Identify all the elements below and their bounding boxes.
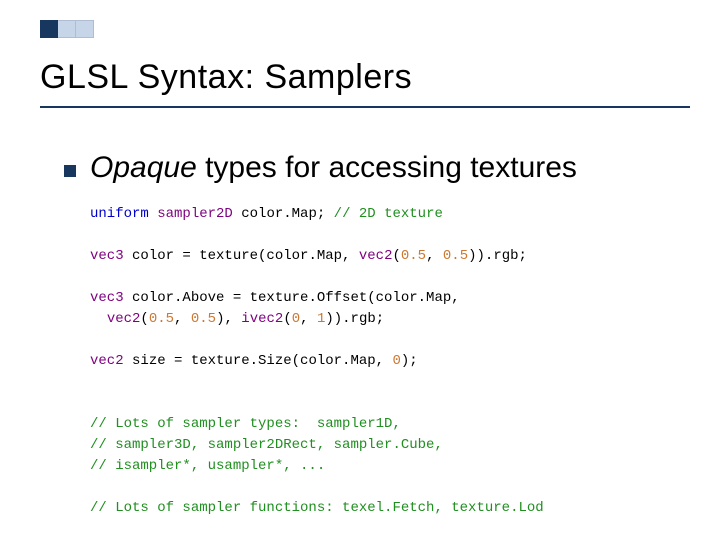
bullet-emphasis: Opaque xyxy=(90,151,197,184)
bullet-item: Opaque types for accessing textures xyxy=(64,150,660,186)
title-rule xyxy=(40,106,690,108)
bullet-icon xyxy=(64,165,76,177)
code-token: )).rgb; xyxy=(468,248,527,264)
code-token: vec3 xyxy=(90,290,124,306)
code-token: uniform xyxy=(90,206,149,222)
code-token: color.Above = texture.Offset(color.Map, xyxy=(124,290,460,306)
code-token: 0.5 xyxy=(149,311,174,327)
code-token: vec2 xyxy=(90,353,124,369)
code-token: ); xyxy=(401,353,418,369)
code-token: , xyxy=(174,311,191,327)
code-token: ivec2 xyxy=(241,311,283,327)
code-comment: // Lots of sampler functions: texel.Fetc… xyxy=(90,500,544,516)
bullet-text: Opaque types for accessing textures xyxy=(90,150,577,186)
code-token: size = texture.Size(color.Map, xyxy=(124,353,393,369)
code-token: , xyxy=(300,311,317,327)
code-token: 0 xyxy=(292,311,300,327)
code-block: uniform sampler2D color.Map; // 2D textu… xyxy=(90,204,660,519)
code-token: // 2D texture xyxy=(334,206,443,222)
code-token: 0.5 xyxy=(401,248,426,264)
code-token: ), xyxy=(216,311,241,327)
accent-decoration xyxy=(40,20,94,38)
accent-square-light-2 xyxy=(76,20,94,38)
code-token: 0 xyxy=(392,353,400,369)
accent-square-light-1 xyxy=(58,20,76,38)
accent-square-dark xyxy=(40,20,58,38)
code-token: , xyxy=(426,248,443,264)
code-token xyxy=(149,206,157,222)
code-token: ( xyxy=(392,248,400,264)
code-token: )).rgb; xyxy=(325,311,384,327)
code-comment: // isampler*, usampler*, ... xyxy=(90,458,325,474)
code-token: vec2 xyxy=(359,248,393,264)
bullet-rest: types for accessing textures xyxy=(197,151,577,184)
code-comment: // Lots of sampler types: sampler1D, xyxy=(90,416,401,432)
code-token: 0.5 xyxy=(443,248,468,264)
code-token: 0.5 xyxy=(191,311,216,327)
slide: GLSL Syntax: Samplers Opaque types for a… xyxy=(0,0,720,540)
slide-title: GLSL Syntax: Samplers xyxy=(40,58,412,97)
code-token: color = texture(color.Map, xyxy=(124,248,359,264)
code-token: ( xyxy=(283,311,291,327)
code-token: sampler2D xyxy=(157,206,233,222)
code-token: ( xyxy=(140,311,148,327)
code-token: vec3 xyxy=(90,248,124,264)
slide-body: Opaque types for accessing textures unif… xyxy=(64,150,660,519)
code-token: vec2 xyxy=(107,311,141,327)
code-comment: // sampler3D, sampler2DRect, sampler.Cub… xyxy=(90,437,443,453)
code-token: color.Map; xyxy=(233,206,334,222)
code-token xyxy=(90,311,107,327)
